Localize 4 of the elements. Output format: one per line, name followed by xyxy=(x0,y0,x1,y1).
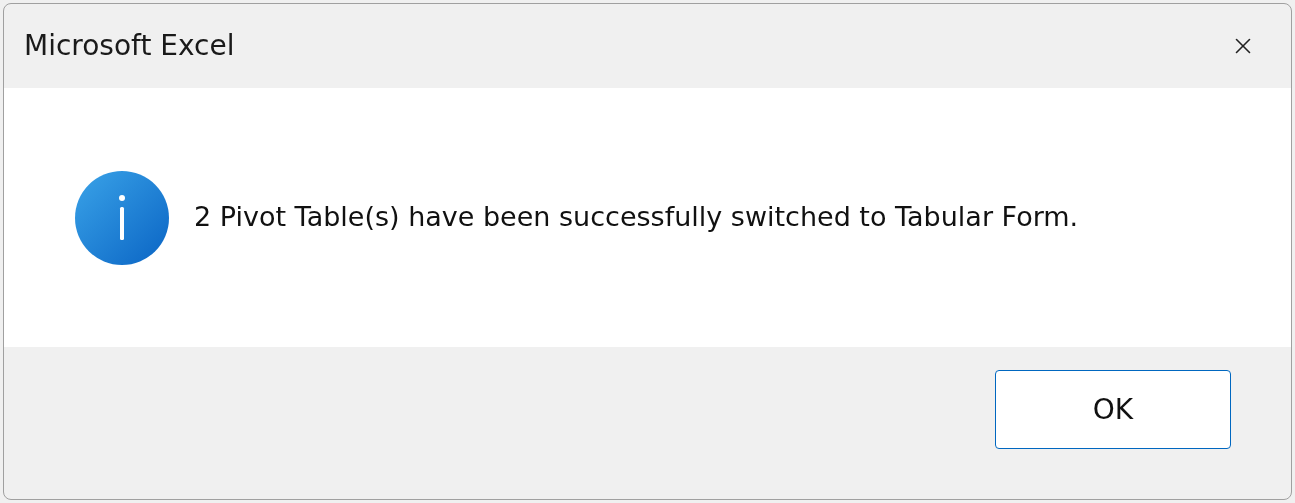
ok-button[interactable]: OK xyxy=(995,370,1231,449)
info-icon xyxy=(74,169,170,266)
message-text: 2 Pivot Table(s) have been successfully switched to Tabular Form. xyxy=(194,200,1079,235)
window-title: Microsoft Excel xyxy=(24,28,235,64)
